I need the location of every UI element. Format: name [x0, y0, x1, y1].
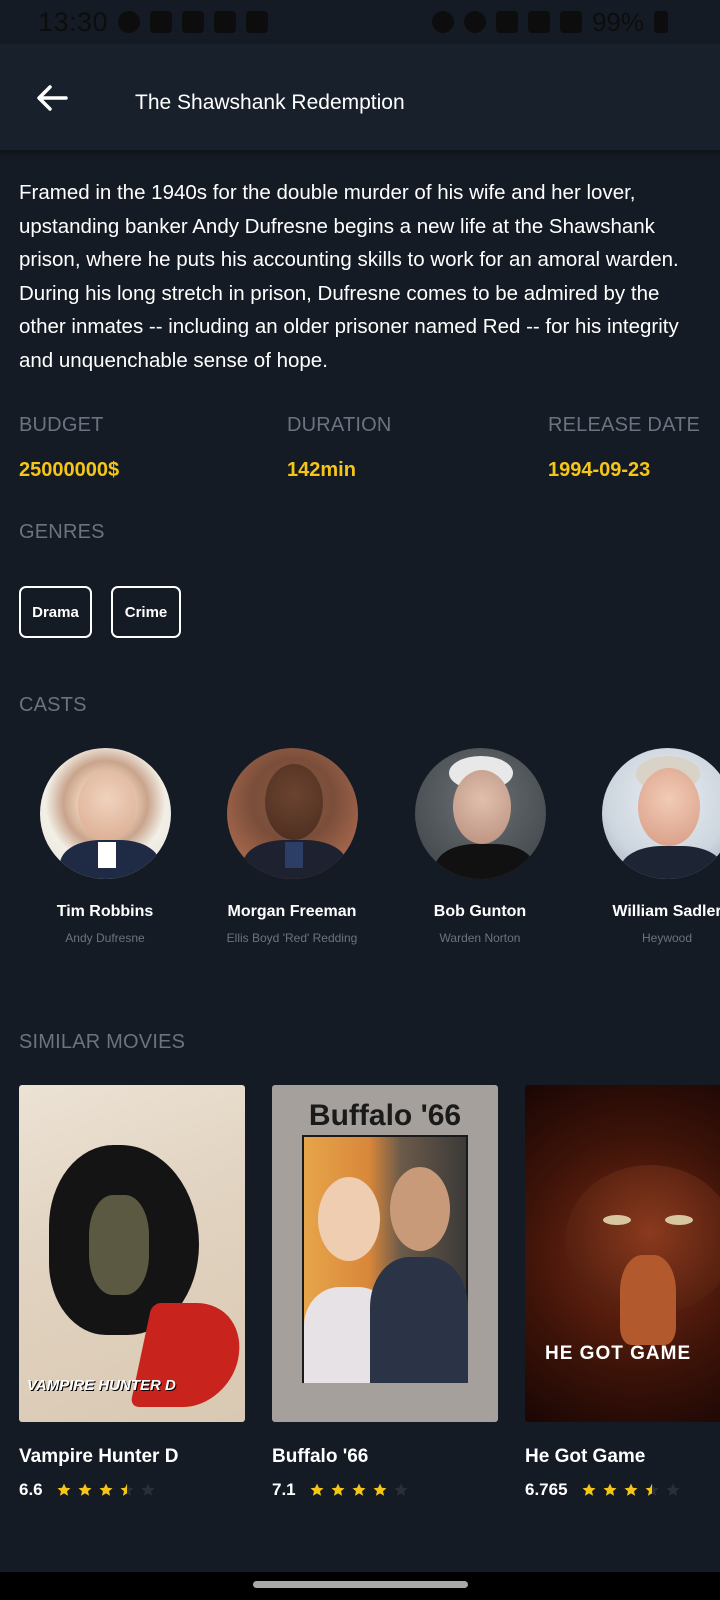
avatar — [226, 748, 358, 879]
duration-label: DURATION — [287, 414, 392, 436]
genre-chip-crime[interactable]: Crime — [111, 586, 181, 638]
cast-name: Tim Robbins — [56, 903, 154, 920]
genre-chip-drama[interactable]: Drama — [19, 586, 92, 638]
status-bar: 13:30 99% — [0, 0, 720, 44]
budget-label: BUDGET — [19, 414, 104, 436]
movie-poster: HE GOT GAME — [525, 1085, 720, 1422]
avatar — [414, 748, 546, 879]
movie-card[interactable]: Buffalo '66 Buffalo '66 7.1 — [272, 1085, 498, 1500]
movie-card[interactable]: HE GOT GAME He Got Game 6.765 — [525, 1085, 720, 1500]
status-time: 13:30 — [38, 6, 109, 37]
rating-row: 6.765 — [525, 1480, 720, 1500]
cast-item[interactable]: William Sadler Heywood — [567, 748, 720, 945]
battery-level: 99% — [591, 6, 644, 37]
star-icon — [373, 1483, 387, 1496]
budget-value: 25000000$ — [19, 459, 120, 481]
cast-name: Morgan Freeman — [227, 903, 357, 920]
star-icon — [645, 1483, 659, 1496]
star-icon — [57, 1483, 71, 1496]
movie-title: Vampire Hunter D — [19, 1446, 179, 1467]
casts-label: CASTS — [19, 694, 87, 716]
genres-label: GENRES — [19, 521, 105, 543]
movie-poster: Buffalo '66 — [272, 1085, 498, 1422]
release-date-label: RELEASE DATE — [548, 414, 701, 436]
battery-icon — [654, 11, 668, 33]
star-icon — [603, 1483, 617, 1496]
star-icon — [624, 1483, 638, 1496]
cast-character: Warden Norton — [439, 931, 521, 945]
network-4g-icon — [495, 11, 518, 33]
movie-poster: VAMPIRE HUNTER D — [19, 1085, 245, 1422]
movie-title: Buffalo '66 — [272, 1446, 369, 1467]
news-icon — [150, 11, 173, 33]
rating-row: 6.6 — [19, 1480, 245, 1500]
signal-icon — [527, 11, 550, 33]
avatar — [601, 748, 720, 879]
poster-text: VAMPIRE HUNTER D — [27, 1377, 176, 1394]
gallery-icon — [214, 11, 237, 33]
cast-item[interactable]: Tim Robbins Andy Dufresne — [5, 748, 205, 945]
movie-rating: 6.6 — [19, 1480, 43, 1499]
alarm-icon — [431, 11, 454, 33]
back-button[interactable] — [30, 76, 74, 120]
star-rating — [582, 1483, 680, 1497]
cast-name: William Sadler — [612, 903, 720, 920]
cast-item[interactable]: Morgan Freeman Ellis Boyd 'Red' Redding — [192, 748, 392, 945]
star-icon — [666, 1483, 680, 1496]
star-icon — [78, 1483, 92, 1496]
status-right: 99% — [431, 6, 668, 38]
star-icon — [394, 1483, 408, 1496]
duration-value: 142min — [287, 459, 356, 481]
signal-2-icon — [559, 11, 582, 33]
avatar — [39, 748, 171, 879]
star-icon — [582, 1483, 596, 1496]
star-icon — [99, 1483, 113, 1496]
similar-movies-label: SIMILAR MOVIES — [19, 1031, 186, 1053]
download-icon — [246, 11, 269, 33]
star-rating — [310, 1483, 408, 1497]
star-icon — [352, 1483, 366, 1496]
movie-overview: Framed in the 1940s for the double murde… — [19, 181, 679, 372]
cast-item[interactable]: Bob Gunton Warden Norton — [380, 748, 580, 945]
status-left: 13:30 — [38, 6, 269, 38]
cast-character: Andy Dufresne — [65, 931, 145, 945]
star-icon — [120, 1483, 134, 1496]
hotspot-icon — [463, 11, 486, 33]
movie-card[interactable]: VAMPIRE HUNTER D Vampire Hunter D 6.6 — [19, 1085, 245, 1500]
movie-rating: 7.1 — [272, 1480, 296, 1499]
star-icon — [310, 1483, 324, 1496]
movie-rating: 6.765 — [525, 1480, 568, 1499]
app-bar: The Shawshank Redemption — [0, 44, 720, 150]
poster-text: Buffalo '66 — [308, 1099, 462, 1132]
movie-title: He Got Game — [525, 1446, 646, 1467]
star-icon — [331, 1483, 345, 1496]
whatsapp-icon — [118, 11, 141, 33]
page-title: The Shawshank Redemption — [135, 91, 405, 114]
home-gesture-handle[interactable] — [253, 1581, 468, 1588]
cast-character: Heywood — [641, 931, 693, 945]
star-icon — [141, 1483, 155, 1496]
cast-character: Ellis Boyd 'Red' Redding — [226, 931, 358, 945]
star-rating — [57, 1483, 155, 1497]
twitter-icon — [182, 11, 205, 33]
cast-name: Bob Gunton — [433, 903, 527, 920]
arrow-left-icon — [37, 85, 68, 111]
release-date-value: 1994-09-23 — [548, 459, 651, 481]
rating-row: 7.1 — [272, 1480, 498, 1500]
poster-text: HE GOT GAME — [545, 1343, 692, 1364]
